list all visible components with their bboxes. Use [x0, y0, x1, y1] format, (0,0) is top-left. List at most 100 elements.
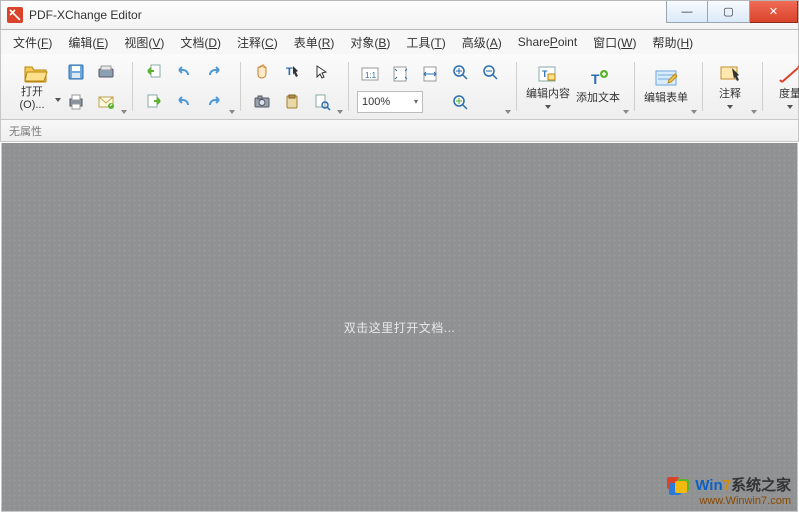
properties-bar: 无属性 [0, 120, 799, 142]
edit-content-icon: T [536, 64, 560, 86]
clipboard-icon [283, 93, 301, 111]
svg-text:T: T [542, 69, 548, 79]
floppy-icon [67, 63, 85, 81]
chevron-down-icon [787, 105, 793, 109]
close-button[interactable]: ✕ [750, 1, 798, 23]
edit-form-icon [653, 68, 679, 90]
document-canvas[interactable]: 双击这里打开文档... [1, 143, 798, 512]
actual-size-button[interactable]: 1:1 [357, 61, 383, 87]
fit-page-button[interactable] [387, 61, 413, 87]
camera-icon [253, 93, 271, 111]
hand-icon [253, 63, 271, 81]
clipboard-tool[interactable] [279, 89, 305, 115]
measure-label: 度量 [779, 88, 799, 100]
menu-文档[interactable]: 文档(D) [172, 31, 229, 54]
zoom-in-button[interactable] [447, 59, 473, 85]
menu-对象[interactable]: 对象(B) [342, 31, 398, 54]
group-expander[interactable] [505, 56, 511, 117]
comment-icon [718, 64, 742, 86]
open-hint: 双击这里打开文档... [344, 319, 456, 336]
undo-icon [175, 63, 193, 81]
menu-文件[interactable]: 文件(F) [5, 31, 60, 54]
fit-width-icon [421, 65, 439, 83]
minimize-button[interactable]: — [666, 1, 708, 23]
undo-more-button[interactable] [171, 89, 197, 115]
chevron-down-icon [545, 105, 551, 109]
select-text-tool[interactable]: T [279, 59, 305, 85]
measure-button[interactable]: 度量 [769, 58, 799, 116]
title-bar: PDF-XChange Editor — ▢ ✕ [0, 0, 799, 30]
no-properties-label: 无属性 [9, 123, 42, 139]
fit-width-button[interactable] [417, 61, 443, 87]
chevron-down-icon [727, 105, 733, 109]
comment-button[interactable]: 注释 [709, 58, 751, 116]
arrow-left-page-icon [145, 63, 163, 81]
snapshot-tool[interactable] [249, 89, 275, 115]
menu-工具[interactable]: 工具(T) [398, 31, 453, 54]
svg-text:1:1: 1:1 [365, 71, 377, 80]
zoom-out-button[interactable] [477, 59, 503, 85]
redo-more-button[interactable] [201, 89, 227, 115]
open-label: 打开(O)... [11, 86, 53, 110]
menu-视图[interactable]: 视图(V) [116, 31, 172, 54]
svg-text:T: T [591, 71, 600, 87]
open-button[interactable]: 打开(O)... [11, 58, 61, 116]
group-expander[interactable] [229, 56, 235, 117]
zoom-marquee-button[interactable] [447, 89, 473, 115]
menu-帮助[interactable]: 帮助(H) [645, 31, 702, 54]
redo-icon [205, 63, 223, 81]
forward-button[interactable] [141, 89, 167, 115]
measure-icon [778, 64, 799, 86]
search-doc-icon [313, 93, 331, 111]
zoom-value: 100% [362, 96, 390, 108]
undo-button[interactable] [171, 59, 197, 85]
print-button[interactable] [63, 89, 89, 115]
menu-编辑[interactable]: 编辑(E) [60, 31, 116, 54]
group-expander[interactable] [623, 56, 629, 117]
toolbar-group-measure: 度量 [763, 56, 799, 117]
zoom-combo[interactable]: 100% ▾ [357, 91, 423, 113]
menu-窗口[interactable]: 窗口(W) [585, 31, 644, 54]
zoom-region-icon [451, 93, 469, 111]
edit-content-label: 编辑内容 [526, 88, 570, 100]
menu-bar: 文件(F)编辑(E)视图(V)文档(D)注释(C)表单(R)对象(B)工具(T)… [0, 30, 799, 54]
actual-size-icon: 1:1 [360, 65, 380, 83]
zoom-out-icon [481, 63, 499, 81]
email-button[interactable] [93, 89, 119, 115]
cursor-icon [313, 63, 331, 81]
edit-content-button[interactable]: T 编辑内容 [523, 58, 573, 116]
back-button[interactable] [141, 59, 167, 85]
zoom-in-icon [451, 63, 469, 81]
add-text-label: 添加文本 [576, 92, 620, 104]
fit-page-icon [391, 65, 409, 83]
scan-button[interactable] [93, 59, 119, 85]
toolbar-group-zoom: 1:1 100% ▾ [349, 56, 517, 117]
add-text-button[interactable]: T 添加文本 [573, 58, 623, 116]
redo-button[interactable] [201, 59, 227, 85]
toolbar-group-history [133, 56, 241, 117]
toolbar-group-tools: T [241, 56, 349, 117]
group-expander[interactable] [337, 56, 343, 117]
group-expander[interactable] [751, 56, 757, 117]
edit-form-button[interactable]: 编辑表单 [641, 58, 691, 116]
add-text-icon: T [586, 68, 610, 90]
group-expander[interactable] [121, 56, 127, 117]
toolbar-group-form: 编辑表单 [635, 56, 703, 117]
menu-高级[interactable]: 高级(A) [454, 31, 510, 54]
menu-注释[interactable]: 注释(C) [229, 31, 286, 54]
chevron-down-icon [55, 98, 61, 102]
menu-表单[interactable]: 表单(R) [286, 31, 343, 54]
save-button[interactable] [63, 59, 89, 85]
app-icon [7, 7, 23, 23]
group-expander[interactable] [691, 56, 697, 117]
hand-tool[interactable] [249, 59, 275, 85]
toolbar-group-comment: 注释 [703, 56, 763, 117]
maximize-button[interactable]: ▢ [708, 1, 750, 23]
chevron-down-icon: ▾ [414, 97, 418, 106]
find-tool[interactable] [309, 89, 335, 115]
svg-text:T: T [286, 66, 293, 78]
envelope-icon [97, 93, 115, 111]
menu-SharePoint[interactable]: SharePoint [510, 32, 585, 52]
printer-icon [67, 93, 85, 111]
select-tool[interactable] [309, 59, 335, 85]
